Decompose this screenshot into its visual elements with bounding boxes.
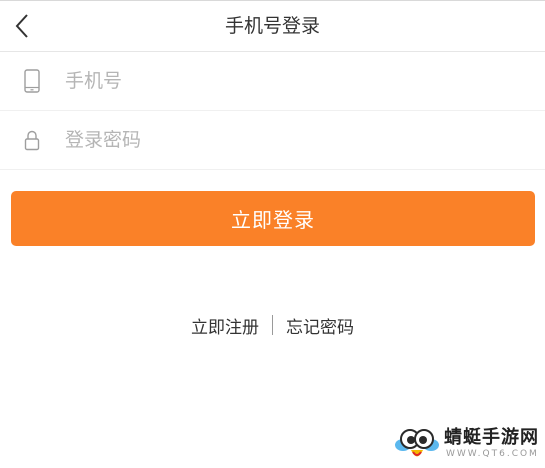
lock-icon xyxy=(0,111,62,170)
forgot-password-link[interactable]: 忘记密码 xyxy=(278,313,362,338)
link-divider xyxy=(272,315,273,335)
auth-links: 立即注册 忘记密码 xyxy=(0,313,545,338)
chevron-left-icon xyxy=(15,14,28,38)
login-page: 手机号登录 立即登录 立即注册 忘记密码 xyxy=(0,0,545,468)
back-button[interactable] xyxy=(0,1,44,51)
site-watermark: 蜻蜓手游网 WWW.QT6.COM xyxy=(394,422,539,466)
watermark-text: 蜻蜓手游网 xyxy=(444,427,539,448)
password-input[interactable] xyxy=(65,120,505,160)
phone-field-row xyxy=(0,52,545,111)
watermark-text-group: 蜻蜓手游网 WWW.QT6.COM xyxy=(444,428,539,460)
header-bar: 手机号登录 xyxy=(0,0,545,52)
mobile-phone-icon xyxy=(0,52,62,111)
login-button[interactable]: 立即登录 xyxy=(11,191,535,246)
password-field-row xyxy=(0,111,545,170)
page-title: 手机号登录 xyxy=(224,15,320,37)
watermark-url: WWW.QT6.COM xyxy=(446,449,539,459)
register-link[interactable]: 立即注册 xyxy=(183,313,267,338)
phone-input[interactable] xyxy=(65,61,505,101)
dragonfly-logo-icon xyxy=(395,429,439,457)
